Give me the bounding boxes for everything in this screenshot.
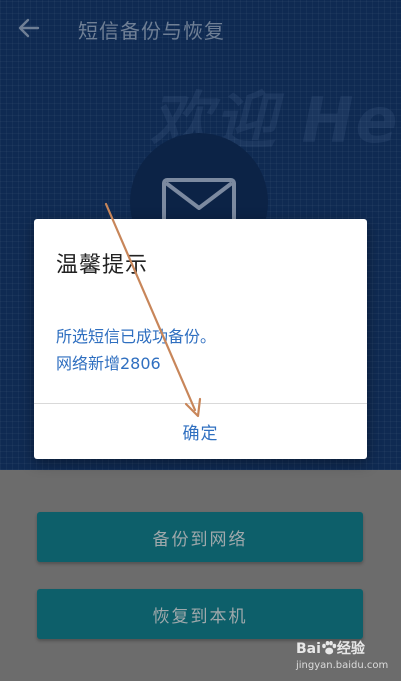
baidu-brand-suffix: 经验 [336, 641, 365, 657]
backup-to-network-button[interactable]: 备份到网络 [37, 512, 363, 562]
baidu-brand: Bai [296, 641, 321, 657]
screen: 欢迎 Hello D 短信备份与恢复 备份到网络 恢复到本机 温馨提示 所选短信… [0, 0, 401, 681]
dialog-message-line2: 网络新增2806 [56, 354, 161, 373]
baidu-logo: Bai 经验 [296, 638, 365, 658]
alert-dialog: 温馨提示 所选短信已成功备份。 网络新增2806 确定 [34, 219, 367, 459]
dialog-title: 温馨提示 [56, 253, 149, 278]
arrow-left-icon[interactable] [16, 15, 42, 41]
baidu-url: jingyan.baidu.com [296, 660, 389, 671]
app-bar: 短信备份与恢复 [0, 0, 401, 58]
dialog-message-line1: 所选短信已成功备份。 [56, 327, 217, 346]
baidu-jingyan-watermark: Bai 经验 jingyan.baidu.com [296, 638, 400, 678]
restore-to-device-button[interactable]: 恢复到本机 [37, 589, 363, 639]
baidu-paw-icon [322, 641, 337, 655]
confirm-button[interactable]: 确定 [34, 404, 367, 459]
page-title: 短信备份与恢复 [78, 19, 225, 43]
